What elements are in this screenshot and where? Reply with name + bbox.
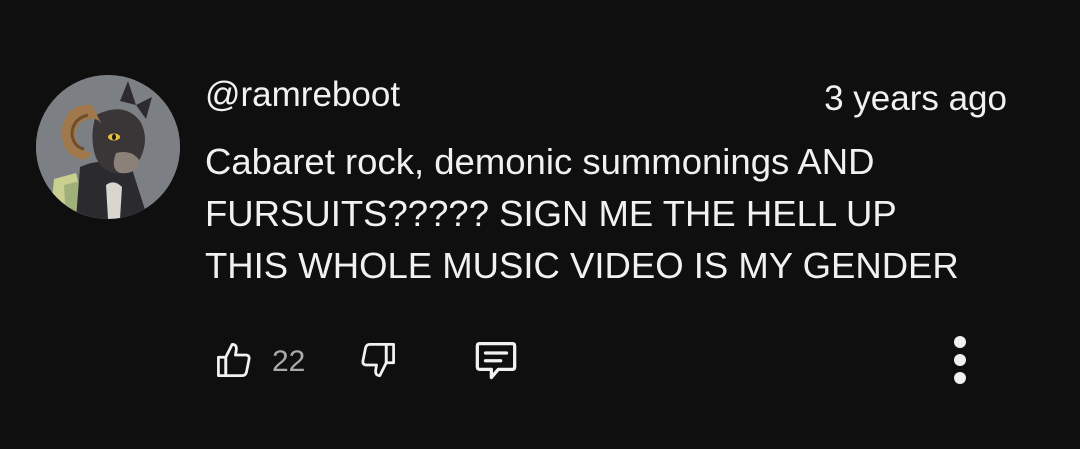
comment-author[interactable]: @ramreboot <box>205 73 400 117</box>
like-button[interactable]: 22 <box>212 330 305 394</box>
comment-text-line: FURSUITS????? SIGN ME THE HELL UP <box>205 193 897 234</box>
more-actions-button[interactable] <box>930 330 990 394</box>
more-vertical-icon <box>950 332 970 393</box>
dislike-button[interactable] <box>356 330 400 394</box>
comment-timestamp[interactable]: 3 years ago <box>824 77 1007 121</box>
comment-text-line: Cabaret rock, demonic summonings AND <box>205 141 875 182</box>
comment-actions: 22 <box>0 330 1080 394</box>
comment-card: @ramreboot 3 years ago Cabaret rock, dem… <box>0 0 1080 449</box>
comment-text: Cabaret rock, demonic summonings AND FUR… <box>205 136 1055 292</box>
reply-comment-icon <box>468 332 524 393</box>
thumbs-down-icon <box>356 338 400 387</box>
reply-button[interactable] <box>468 330 524 394</box>
avatar[interactable] <box>36 75 180 219</box>
avatar-ram-fursuit-icon <box>36 75 180 219</box>
like-count: 22 <box>272 345 306 378</box>
comment-text-line: THIS WHOLE MUSIC VIDEO IS MY GENDER <box>205 245 959 286</box>
thumbs-up-icon <box>212 338 256 387</box>
